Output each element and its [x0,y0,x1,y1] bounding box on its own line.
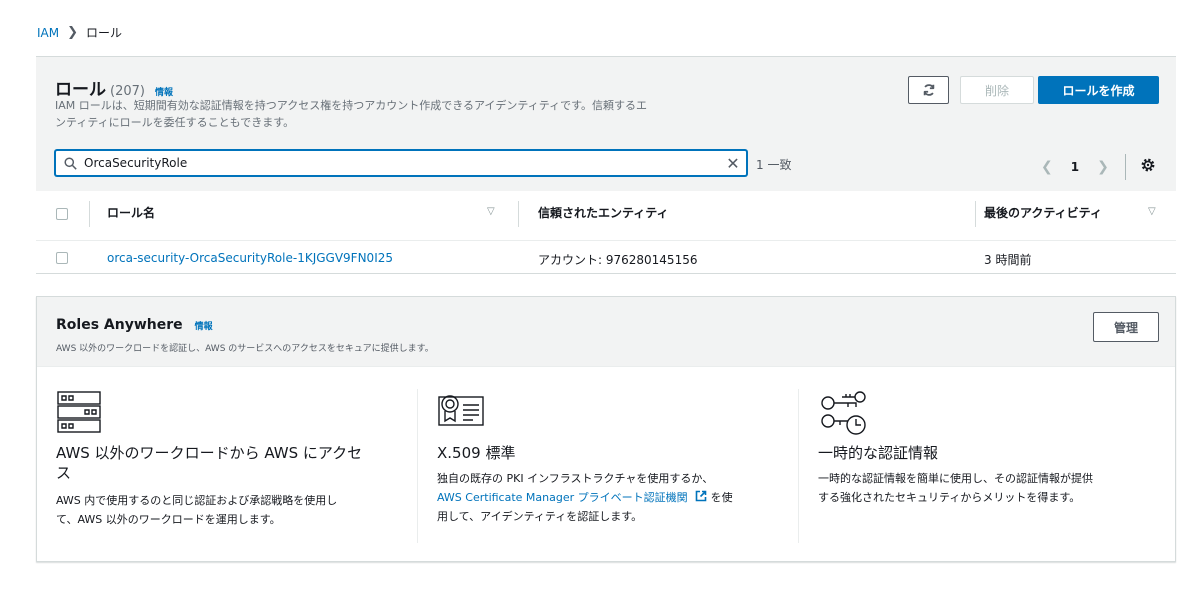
breadcrumb: IAM ❯ ロール [37,24,122,41]
pagination: ❮ 1 ❯ [1041,154,1156,180]
roles-description: IAM ロールは、短期間有効な認証情報を持つアクセス権を持つアカウント作成できる… [55,97,795,131]
temporary-credentials-icon [821,391,866,435]
column-divider [417,389,418,543]
trusted-entity-cell: アカウント: 976280145156 [538,253,698,267]
feature-title-line2: ス [56,464,72,482]
feature-desc-line1: AWS 内で使用するのと同じ認証および承認戦略を使用し [56,494,338,507]
certificate-icon [438,395,484,426]
next-page-icon[interactable]: ❯ [1097,159,1109,175]
previous-page-icon[interactable]: ❮ [1041,159,1053,175]
search-value[interactable]: OrcaSecurityRole [84,156,720,170]
feature-desc-line2: する強化されたセキュリティからメリットを得ます。 [818,491,1081,504]
column-divider [975,201,976,227]
breadcrumb-iam-link[interactable]: IAM [37,26,59,40]
roles-table-container: ロール (207) 情報 IAM ロールは、短期間有効な認証情報を持つアクセス権… [36,56,1176,274]
clear-search-icon[interactable]: ✕ [720,154,746,173]
roles-anywhere-title: Roles Anywhere [56,317,183,333]
feature-desc-line2: て、AWS 以外のワークロードを運用します。 [56,513,281,526]
roles-description-line1: IAM ロールは、短期間有効な認証情報を持つアクセス権を持つアカウント作成できる… [55,99,648,112]
role-name-link[interactable]: orca-security-OrcaSecurityRole-1KJGGV9FN… [107,251,393,265]
create-role-button[interactable]: ロールを作成 [1038,76,1159,104]
feature-temporary-credentials: 一時的な認証情報 一時的な認証情報を簡単に使用し、その認証情報が提供 する強化さ… [818,389,1168,543]
roles-anywhere-description: AWS 以外のワークロードを認証し、AWS のサービスへのアクセスをセキュアに提… [56,344,434,354]
feature-description: 一時的な認証情報を簡単に使用し、その認証情報が提供 する強化されたセキュリティか… [818,469,1168,507]
column-header-last-activity[interactable]: 最後のアクティビティ [984,204,1102,221]
feature-desc-after-link: を使 [707,491,733,504]
feature-desc-line2: AWS Certificate Manager プライベート認証機関 を使 [437,488,787,507]
column-divider [798,389,799,543]
server-icon [57,391,101,433]
feature-desc-line3: 用して、アイデンティティを認証します。 [437,510,643,523]
current-page[interactable]: 1 [1071,160,1079,174]
delete-button[interactable]: 削除 [960,76,1034,104]
manage-button[interactable]: 管理 [1093,312,1159,342]
feature-title: AWS 以外のワークロードから AWS にアクセ ス [56,443,362,483]
feature-title: 一時的な認証情報 [818,443,938,463]
feature-title-line1: X.509 標準 [437,444,516,462]
sort-down-icon[interactable]: ▽ [1148,206,1156,217]
search-input[interactable]: OrcaSecurityRole ✕ [55,150,747,176]
acm-private-ca-link[interactable]: AWS Certificate Manager プライベート認証機関 [437,491,688,504]
match-count: 1 一致 [756,158,792,172]
feature-description: AWS 内で使用するのと同じ認証および承認戦略を使用し て、AWS 以外のワーク… [56,491,416,529]
search-icon [56,156,84,170]
refresh-icon [923,84,934,96]
sort-down-icon[interactable]: ▽ [487,206,495,217]
feature-title-line1: AWS 以外のワークロードから AWS にアクセ [56,444,363,462]
chevron-right-icon: ❯ [67,25,79,40]
last-activity-cell: 3 時間前 [984,253,1032,267]
external-link-icon[interactable] [695,490,707,502]
roles-anywhere-title-line: Roles Anywhere 情報 [56,317,213,333]
roles-description-line2: ンティティにロールを委任することもできます。 [55,116,295,129]
gear-icon[interactable] [1140,157,1156,177]
feature-non-aws-workloads: AWS 以外のワークロードから AWS にアクセ ス AWS 内で使用するのと同… [56,389,416,543]
select-all-checkbox[interactable] [56,208,68,220]
feature-title-line1: 一時的な認証情報 [818,444,939,462]
refresh-button[interactable] [908,76,949,104]
header-separator [36,240,1176,241]
column-divider [89,201,90,227]
feature-desc-line1: 独自の既存の PKI インフラストラクチャを使用するか、 [437,472,714,485]
column-header-role-name[interactable]: ロール名 [107,204,155,221]
pager-divider [1124,154,1126,180]
column-divider [518,201,519,227]
roles-anywhere-info-link[interactable]: 情報 [195,319,213,332]
row-checkbox[interactable] [56,252,68,264]
feature-title: X.509 標準 [437,443,515,463]
column-header-trusted-entity[interactable]: 信頼されたエンティティ [538,204,669,221]
roles-anywhere-panel: Roles Anywhere 情報 AWS 以外のワークロードを認証し、AWS … [36,296,1176,562]
breadcrumb-current: ロール [86,26,123,40]
feature-x509-standard: X.509 標準 独自の既存の PKI インフラストラクチャを使用するか、 AW… [437,389,787,543]
feature-desc-line1: 一時的な認証情報を簡単に使用し、その認証情報が提供 [818,472,1093,485]
feature-description: 独自の既存の PKI インフラストラクチャを使用するか、 AWS Certifi… [437,469,787,526]
